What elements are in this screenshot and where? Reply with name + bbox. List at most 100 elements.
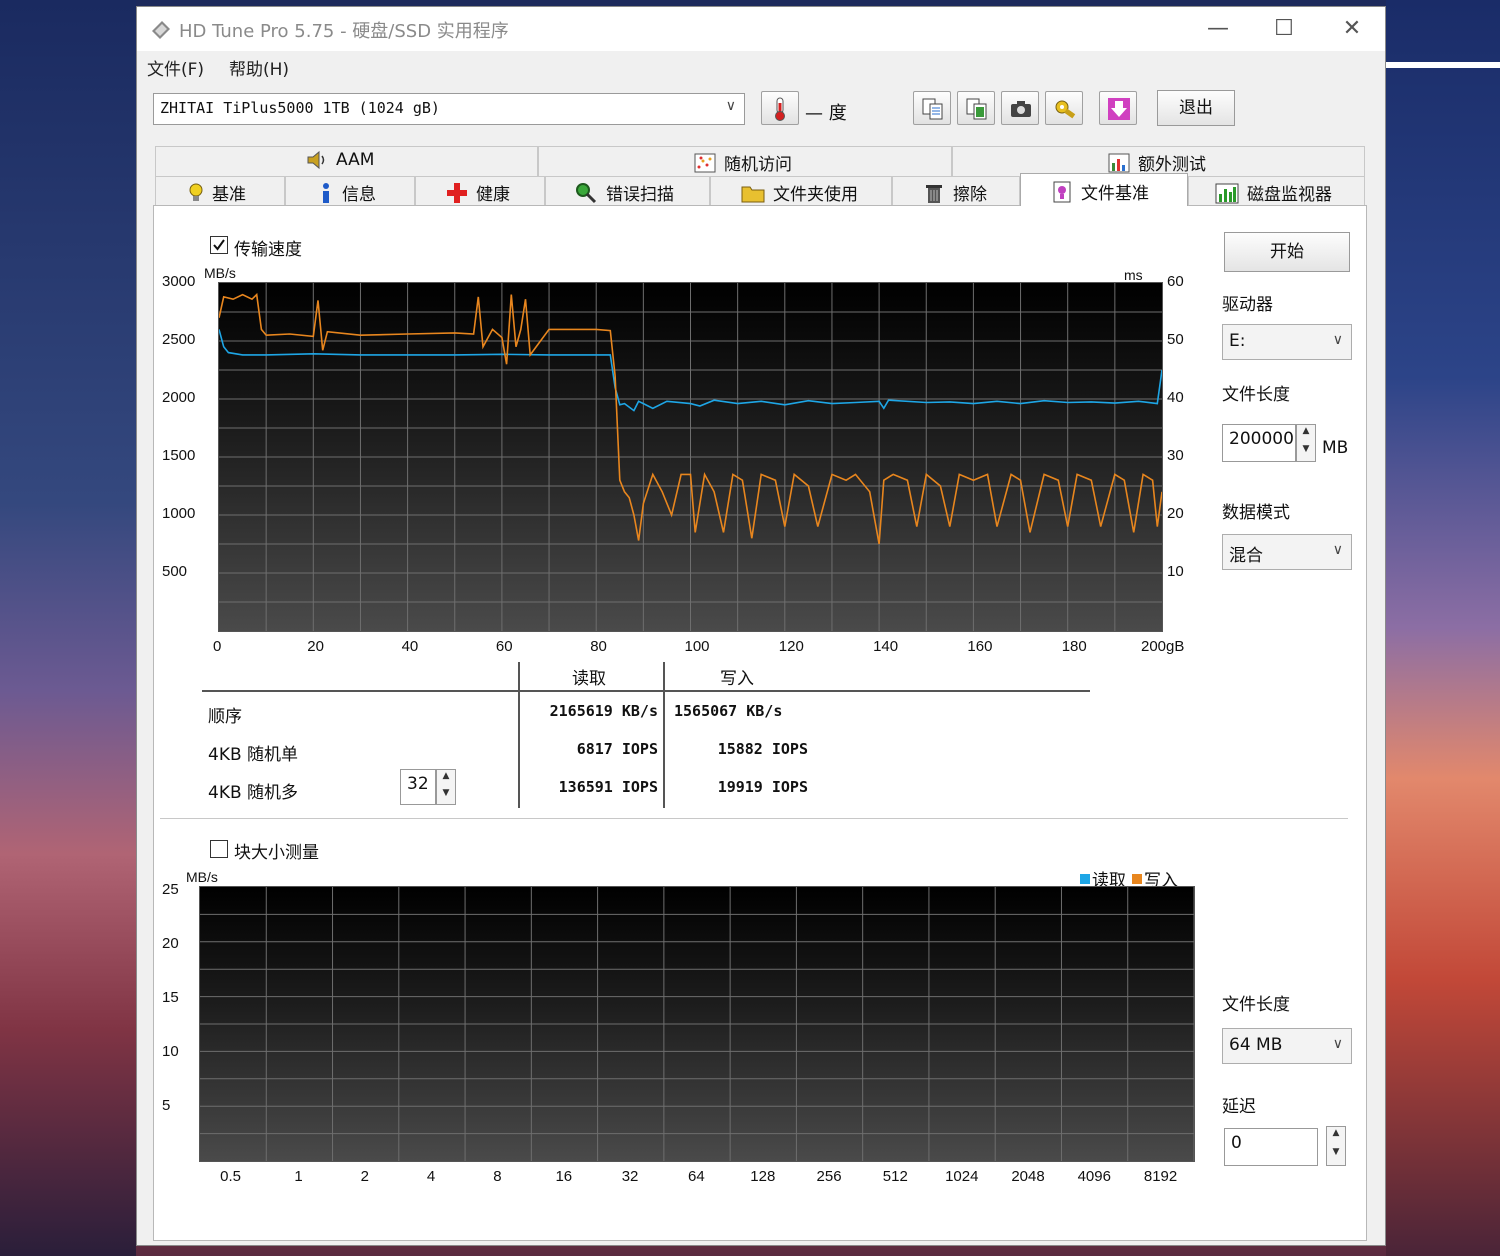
tab-file-benchmark-label: 文件基准 <box>1081 184 1149 204</box>
results-divider-1 <box>518 662 520 808</box>
queue-depth-input[interactable]: 32 <box>400 769 436 805</box>
minimize-button[interactable]: — <box>1185 7 1251 51</box>
tab-health[interactable]: 健康 <box>415 176 545 206</box>
block-file-length-select[interactable]: 64 MB ∨ <box>1222 1028 1352 1064</box>
delay-label: 延迟 <box>1222 1097 1256 1117</box>
x-axis-tick: 60 <box>495 638 513 655</box>
drive-label: 驱动器 <box>1222 295 1273 315</box>
speaker-icon <box>307 150 325 170</box>
file-length-spinner[interactable]: ▲ ▼ <box>1296 424 1316 462</box>
spin-down-icon[interactable]: ▼ <box>437 787 455 804</box>
queue-depth-value: 32 <box>407 774 429 794</box>
x-axis-tick: 200gB <box>1141 638 1185 655</box>
tab-random-access[interactable]: 随机访问 <box>538 146 952 176</box>
spin-up-icon[interactable]: ▲ <box>437 770 455 787</box>
tab-benchmark-label: 基准 <box>212 185 246 205</box>
legend-write-swatch <box>1132 873 1142 884</box>
scatter-chart-icon <box>694 153 716 172</box>
transfer-speed-checkbox[interactable] <box>210 236 228 254</box>
queue-depth-spinner[interactable]: ▲ ▼ <box>436 769 456 805</box>
block-x-axis-tick: 8 <box>493 1168 502 1185</box>
chevron-down-icon: ∨ <box>1332 332 1343 348</box>
block-x-axis-tick: 2 <box>360 1168 369 1185</box>
chevron-down-icon: ∨ <box>1332 542 1343 558</box>
block-x-axis-tick: 4 <box>426 1168 436 1185</box>
tab-aam[interactable]: AAM <box>155 146 538 176</box>
close-button[interactable]: ✕ <box>1319 7 1385 51</box>
thermometer-icon <box>775 97 785 121</box>
magnifier-icon <box>576 182 597 203</box>
save-button[interactable] <box>1099 91 1137 125</box>
results-col-write: 写入 <box>720 669 754 689</box>
results-header-line <box>202 690 1090 692</box>
y-axis-left-tick: 1000 <box>162 505 196 522</box>
menu-file[interactable]: 文件(F) <box>147 55 204 80</box>
block-file-length-value: 64 MB <box>1229 1035 1283 1055</box>
window-title: HD Tune Pro 5.75 - 硬盘/SSD 实用程序 <box>179 21 509 42</box>
file-benchmark-icon <box>1053 181 1071 202</box>
y-axis-left-tick: 2500 <box>162 331 196 348</box>
menu-help[interactable]: 帮助(H) <box>229 55 289 80</box>
drive-letter-select[interactable]: E: ∨ <box>1222 324 1352 360</box>
tab-benchmark[interactable]: 基准 <box>155 176 285 206</box>
x-axis-tick: 40 <box>401 638 419 655</box>
tab-extra-tests[interactable]: 额外测试 <box>952 146 1365 176</box>
tab-random-access-label: 随机访问 <box>724 155 792 175</box>
spin-up-icon[interactable]: ▲ <box>1327 1127 1345 1146</box>
file-length-input[interactable]: 200000 <box>1222 424 1296 462</box>
screenshot-button[interactable] <box>1001 91 1039 125</box>
section-separator <box>160 818 1348 819</box>
title-bar[interactable]: HD Tune Pro 5.75 - 硬盘/SSD 实用程序 — ☐ ✕ <box>137 7 1385 51</box>
tab-folder-usage-label: 文件夹使用 <box>773 185 858 205</box>
spin-down-icon[interactable]: ▼ <box>1297 443 1315 461</box>
legend-read-swatch <box>1080 873 1090 884</box>
y-axis-right-tick: 30 <box>1167 447 1184 464</box>
transfer-speed-label: 传输速度 <box>234 240 302 260</box>
delay-spinner[interactable]: ▲ ▼ <box>1326 1126 1346 1166</box>
data-mode-value: 混合 <box>1229 546 1263 566</box>
checkmark-icon <box>213 239 225 251</box>
copy-info-button[interactable] <box>913 91 951 125</box>
block-y-axis-tick: 25 <box>162 881 179 899</box>
spin-down-icon[interactable]: ▼ <box>1327 1146 1345 1165</box>
block-size-checkbox[interactable] <box>210 840 228 858</box>
maximize-button[interactable]: ☐ <box>1251 7 1317 51</box>
exit-button[interactable]: 退出 <box>1157 90 1235 126</box>
block-x-axis-tick: 256 <box>816 1168 842 1185</box>
temperature-button[interactable] <box>761 91 799 125</box>
tab-folder-usage[interactable]: 文件夹使用 <box>710 176 892 206</box>
copy-all-icon <box>966 98 987 120</box>
y-axis-left-tick: 3000 <box>162 273 196 290</box>
copy-all-button[interactable] <box>957 91 995 125</box>
results-col-read: 读取 <box>572 669 606 689</box>
data-mode-select[interactable]: 混合 ∨ <box>1222 534 1352 570</box>
drive-select[interactable]: ZHITAI TiPlus5000 1TB (1024 gB) ∨ <box>153 93 745 125</box>
row-sequential-write: 1565067 KB/s <box>674 702 783 720</box>
tab-file-benchmark[interactable]: 文件基准 <box>1020 173 1188 206</box>
temperature-readout: — 度 <box>805 103 847 124</box>
x-axis-tick: 160 <box>967 638 993 655</box>
desktop-background-right <box>1386 0 1500 1256</box>
tab-error-scan-label: 错误扫描 <box>606 185 674 205</box>
chevron-down-icon: ∨ <box>1332 1036 1343 1052</box>
tab-info[interactable]: 信息 <box>285 176 415 206</box>
tab-disk-monitor[interactable]: 磁盘监视器 <box>1188 176 1365 206</box>
y-axis-right-tick: 10 <box>1167 563 1184 580</box>
block-size-plot <box>200 887 1195 1161</box>
tab-erase[interactable]: 擦除 <box>892 176 1020 206</box>
tab-row-top: AAM 随机访问 额外测试 <box>155 146 1365 176</box>
tab-extra-tests-label: 额外测试 <box>1138 155 1206 175</box>
block-x-axis-tick: 128 <box>750 1168 776 1185</box>
start-button[interactable]: 开始 <box>1224 232 1350 272</box>
chevron-down-icon: ∨ <box>725 98 736 114</box>
block-y-axis-tick: 5 <box>162 1097 171 1115</box>
tab-error-scan[interactable]: 错误扫描 <box>545 176 710 206</box>
block-chart-unit: MB/s <box>186 869 218 885</box>
delay-input[interactable]: 0 <box>1224 1128 1318 1166</box>
options-button[interactable] <box>1045 91 1083 125</box>
block-x-axis-tick: 4096 <box>1077 1168 1111 1185</box>
x-axis-tick: 100 <box>684 638 710 655</box>
download-arrow-icon <box>1108 98 1130 120</box>
row-4k-single-label: 4KB 随机单 <box>208 745 299 765</box>
spin-up-icon[interactable]: ▲ <box>1297 425 1315 443</box>
